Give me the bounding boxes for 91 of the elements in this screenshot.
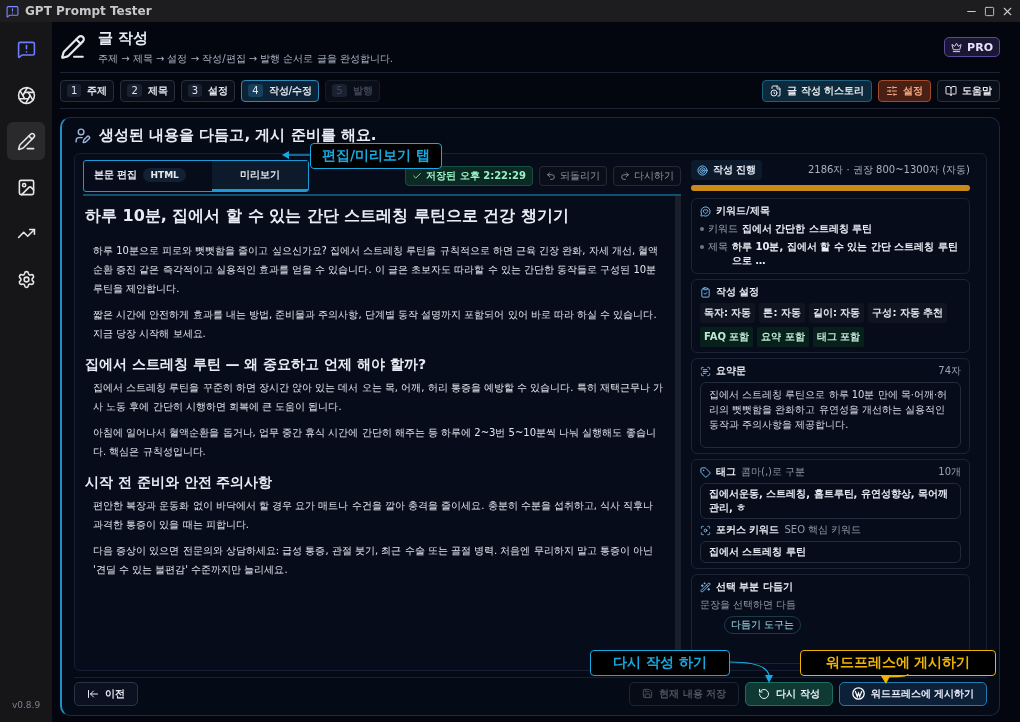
check-icon <box>412 171 423 181</box>
pencil-icon <box>16 131 36 151</box>
sliders-icon <box>886 84 898 97</box>
redo-icon <box>620 171 630 181</box>
step-tab[interactable]: 1 주제 <box>60 79 115 102</box>
length-summary: 2186자 · 권장 800~1300자 (자동) <box>807 163 970 177</box>
tag-count: 10개 <box>938 465 961 479</box>
pro-button[interactable]: PRO <box>944 37 1000 57</box>
help-button[interactable]: 도움말 <box>937 79 1000 102</box>
setting-tag: 요약 포함 <box>757 327 809 347</box>
maximize-icon[interactable] <box>984 5 995 17</box>
view-tab[interactable]: 본문 편집 HTML <box>84 161 212 191</box>
history-button[interactable]: 글 작성 히스토리 <box>762 79 872 102</box>
bullet-icon <box>700 227 704 231</box>
publish-button[interactable]: 워드프레스에 게시하기 <box>838 681 987 706</box>
annotation-callout: 워드프레스에 게시하기 <box>800 650 996 676</box>
save-icon <box>642 688 654 699</box>
paragraph: 다음 증상이 있으면 전문의와 상담하세요: 급성 통증, 관절 붓기, 최근 수술 또는 골절 병력. 처음엔 무리하지 말고 통증이 아닌 '견딜 수 있는 불편감' 수준까지만 늘리세요. <box>93 544 655 577</box>
paragraph: 짧은 시간에 안전하게 효과를 내는 방법, 준비물과 주의사항, 단계별 동작 설명까지 포함되어 있어 바로 따라 하실 수 있습니다. 지금 당장 시작해 보세요. <box>93 308 658 341</box>
sidebar-item[interactable] <box>7 122 45 160</box>
section-title: 태그 <box>716 465 736 479</box>
focus-icon <box>700 524 711 536</box>
card-heading: 생성된 내용을 다듬고, 게시 준비를 해요. <box>99 126 377 145</box>
circle-logo-icon <box>851 687 865 700</box>
section-title: 포커스 키워드 <box>716 523 780 537</box>
step-tab[interactable]: 3 설정 <box>180 79 236 102</box>
undo-icon <box>546 171 556 181</box>
setting-tag: 태그 포함 <box>812 327 865 347</box>
app-logo-icon <box>6 4 19 18</box>
user-pen-icon <box>74 127 91 144</box>
paragraph: 집에서 스트레칭 루틴을 꾸준히 하면 장시간 앉아 있는 데서 오는 목, 어깨, 허리 통증을 예방할 수 있습니다. 특히 재택근무나 가사 노동 후에 간단히 시행하면 회복에 큰 도움이 됩니다. <box>93 381 663 414</box>
setting-tag: 톤: 자동 <box>759 303 805 323</box>
window-title: GPT Prompt Tester <box>25 4 153 18</box>
section-title: 작성 설정 <box>716 285 760 299</box>
bullet-icon <box>700 245 704 249</box>
target-icon <box>697 164 708 176</box>
clipboard-check-icon <box>700 286 711 298</box>
prev-button[interactable]: 이전 <box>74 681 138 706</box>
field-label: 키워드 <box>708 222 738 236</box>
focus-keyword-field[interactable]: 집에서 스트레칭 루틴 <box>700 541 961 563</box>
setting-tag: 길이: 자동 <box>808 303 865 323</box>
section-title: 키워드/제목 <box>716 204 770 218</box>
section-heading: 집에서 스트레칭 루틴 — 왜 중요하고 언제 해야 할까? <box>85 356 428 374</box>
field-label: 제목 <box>708 240 728 254</box>
setting-tag: 독자: 자동 <box>700 303 756 323</box>
section-heading: 시작 전 준비와 안전 주의사항 <box>85 474 274 492</box>
view-tab[interactable]: 미리보기 <box>212 161 308 191</box>
summary-field[interactable]: 집에서 스트레칭 루틴으로 하루 10분 만에 목·어깨·허리의 뻣뻣함을 완화하고 유연성을 개선하는 실용적인 동작과 주의사항을 제공합니다. <box>700 382 961 448</box>
setting-tag: FAQ 포함 <box>700 327 754 347</box>
scan-text-icon <box>700 365 711 377</box>
paragraph: 하루 10분으로 피로와 뻣뻣함을 줄이고 싶으신가요? 집에서 스트레칭 루틴을 규칙적으로 하면 근육 긴장 완화, 자세 개선, 혈액순환 증진 같은 즉각적이고 실용적인 효과를 얻을 수 있습니다. 이 글은 초보자도 따라할 수 있는 간단한 동작들로 구성된 10분 루틴을 제안합니다. <box>93 244 660 296</box>
rotate-icon <box>758 687 771 700</box>
annotation-callout: 편집/미리보기 탭 <box>310 143 442 169</box>
book-icon <box>945 84 957 97</box>
back-icon <box>87 687 99 700</box>
paragraph: 편안한 복장과 운동화 없이 바닥에서 할 경우 요가 매트나 수건을 깔아 충격을 줄이세요. 충분히 수분을 섭취하고, 식사 직후나 과격한 통증이 있을 때는 피합니다. <box>93 499 655 532</box>
chat-bubble-icon <box>16 39 36 59</box>
save-status: 저장된 오후 2:22:29 <box>405 166 533 186</box>
tags-field[interactable]: 집에서운동, 스트레칭, 홈트루틴, 유연성향상, 목어깨관리, ㅎ <box>700 483 961 519</box>
pointer-arrow <box>282 150 310 160</box>
article-title: 하루 10분, 집에서 할 수 있는 간단 스트레칭 루틴으로 건강 챙기기 <box>85 206 571 227</box>
settings-icon <box>16 269 36 289</box>
field-hint: 콤마(,)로 구분 <box>741 465 806 479</box>
pencil-icon <box>60 34 86 60</box>
tag-icon <box>700 466 711 478</box>
setting-tag: 구성: 자동 추천 <box>868 303 948 323</box>
step-tab[interactable]: 4 작성/수정 <box>241 79 320 102</box>
progress-label: 작성 진행 <box>691 160 763 180</box>
field-value: 집에서 간단한 스트레칭 루틴 <box>742 222 873 236</box>
format-badge: HTML <box>143 168 186 182</box>
page-title: 글 작성 <box>98 28 150 48</box>
crown-icon <box>951 41 963 53</box>
paragraph: 아침에 일어나서 혈액순환을 돕거나, 업무 중간 휴식 시간에 간단히 해주는 등 하루에 2~3번 5~10분씩 나눠 실행해도 좋습니다. 핵심은 규칙성입니다. <box>93 426 657 459</box>
field-value: 하루 10분, 집에서 할 수 있는 간단 스트레칭 루틴으로 … <box>732 240 959 268</box>
annotation-callout: 다시 작성 하기 <box>590 650 730 676</box>
file-clock-icon <box>770 84 783 97</box>
image-icon <box>16 177 36 197</box>
refine-hint: 문장을 선택하면 다듬 <box>700 598 798 612</box>
page-subtitle: 주제 → 제목 → 설정 → 작성/편집 → 발행 순서로 글을 완성합니다. <box>98 51 394 66</box>
section-title: 선택 부분 다듬기 <box>716 580 793 594</box>
settings-button[interactable]: 설정 <box>878 79 931 102</box>
pointer-arrow <box>730 660 774 684</box>
char-count: 74자 <box>938 364 961 378</box>
version-label: v0.8.9 <box>11 700 41 710</box>
heart-bubble-icon <box>700 205 711 217</box>
rewrite-button[interactable]: 다시 작성 <box>745 681 833 706</box>
aperture-icon <box>16 85 36 105</box>
section-title: 요약문 <box>716 364 746 378</box>
step-tab[interactable]: 2 제목 <box>120 79 175 102</box>
wand-icon <box>700 581 711 593</box>
field-hint: SEO 핵심 키워드 <box>784 523 862 537</box>
